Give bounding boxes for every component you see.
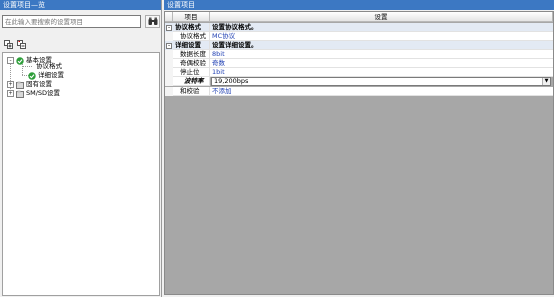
baud-rate-value: 19,200bps (214, 77, 249, 85)
expand-all-button[interactable] (4, 40, 13, 49)
row-value[interactable]: 奇数 (210, 59, 553, 68)
category-row-protocol[interactable]: - 协议格式 设置协议格式。 (165, 23, 553, 32)
collapse-toggle[interactable]: - (166, 25, 172, 31)
row-item: 详细设置 (173, 41, 210, 50)
search-input[interactable] (2, 15, 141, 28)
settings-tree-pane: 设置项目—览 在此输入要搜索的设置项目 - 基本设置 协议格式 详细设置 + 固… (0, 0, 162, 297)
expand-all-icon (4, 40, 13, 49)
tree-item-protocol-format[interactable]: 协议格式 (36, 62, 62, 71)
tree-item-label: 固有设置 (26, 80, 52, 88)
category-row-detail[interactable]: - 详细设置 设置详细设置。 (165, 41, 553, 50)
collapse-all-icon (17, 40, 26, 49)
settings-grid-pane: 设置项目 项目 设置 - 协议格式 设置协议格式。 协议格式 MC协议 - 详细… (164, 0, 554, 297)
tree-pane-title: 设置项目—览 (0, 0, 161, 10)
row-value[interactable]: MC协议 (210, 32, 553, 41)
row-value: 设置详细设置。 (210, 41, 553, 50)
row-item: 停止位 (173, 68, 210, 77)
binoculars-icon (148, 17, 157, 25)
tree-item-label: 详细设置 (38, 71, 64, 79)
collapse-all-button[interactable] (17, 40, 26, 49)
tree-item-detail-settings[interactable]: 详细设置 (28, 71, 64, 80)
row-value: 设置协议格式。 (210, 23, 553, 32)
grid-pane-title: 设置项目 (164, 0, 554, 10)
expand-toggle[interactable]: + (7, 90, 14, 97)
settings-folder-icon (16, 81, 24, 89)
header-gutter (165, 12, 173, 22)
row-item: 奇偶校验 (173, 59, 210, 68)
setting-row-parity[interactable]: 奇偶校验 奇数 (165, 59, 553, 68)
settings-grid: 项目 设置 - 协议格式 设置协议格式。 协议格式 MC协议 - 详细设置 设置… (164, 11, 554, 295)
setting-row-stop-bit[interactable]: 停止位 1bit (165, 68, 553, 77)
settings-tree: - 基本设置 协议格式 详细设置 + 固有设置 + SM/SD设置 (2, 52, 160, 296)
tree-item-label: 协议格式 (36, 62, 62, 70)
setting-row-checksum[interactable]: 和校验 不添加 (165, 87, 553, 96)
row-value[interactable]: 不添加 (210, 87, 553, 96)
setting-row-data-length[interactable]: 数据长度 8bit (165, 50, 553, 59)
row-item: 协议格式 (173, 32, 210, 41)
chevron-down-icon[interactable]: ▼ (542, 78, 550, 85)
check-circle-icon (16, 56, 24, 65)
tree-item-inherent-settings[interactable]: + 固有设置 (7, 80, 52, 89)
row-item: 波特率 (173, 77, 210, 86)
expand-toggle[interactable]: + (7, 81, 14, 88)
setting-row-baud-rate[interactable]: 波特率 19,200bps ▼ (165, 77, 553, 86)
settings-folder-icon (16, 90, 24, 98)
column-header-setting: 设置 (210, 12, 553, 22)
baud-rate-select[interactable]: 19,200bps ▼ (211, 77, 551, 86)
row-value[interactable]: 8bit (210, 50, 553, 59)
row-item: 和校验 (173, 87, 210, 96)
search-row (2, 15, 160, 29)
row-item: 协议格式 (173, 23, 210, 32)
search-button[interactable] (145, 15, 160, 28)
tree-item-sm-sd-settings[interactable]: + SM/SD设置 (7, 89, 60, 98)
tree-item-label: SM/SD设置 (26, 89, 61, 97)
collapse-toggle[interactable]: - (166, 43, 172, 49)
column-header-item: 项目 (173, 12, 210, 22)
row-value[interactable]: 1bit (210, 68, 553, 77)
row-item: 数据长度 (173, 50, 210, 59)
setting-row-protocol-format[interactable]: 协议格式 MC协议 (165, 32, 553, 41)
collapse-toggle[interactable]: - (7, 57, 14, 64)
check-circle-icon (28, 71, 36, 80)
tree-toolbar (4, 40, 26, 50)
